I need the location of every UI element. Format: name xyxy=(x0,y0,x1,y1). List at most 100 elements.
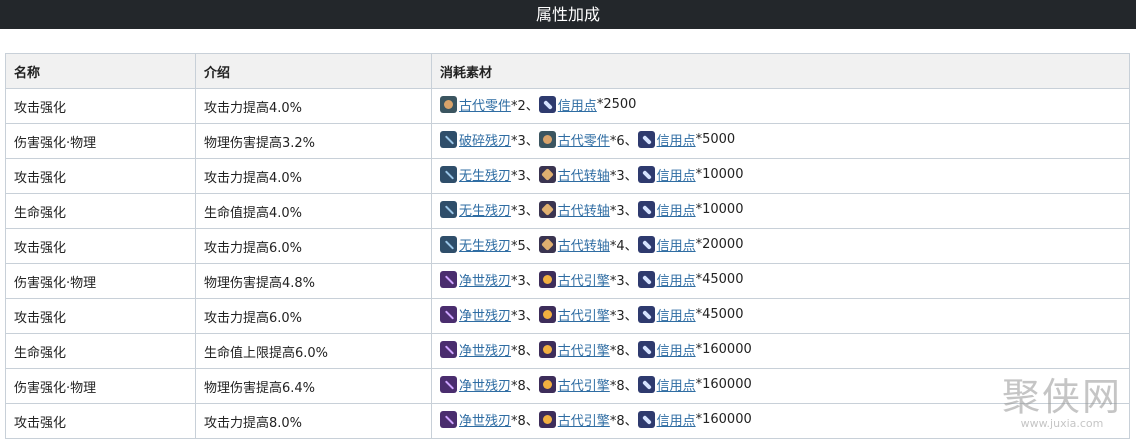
purifying-blade-icon xyxy=(440,271,457,288)
material-item: 古代转轴 *3、 xyxy=(538,165,638,184)
material-link[interactable]: 信用点 xyxy=(657,235,696,254)
material-link[interactable]: 信用点 xyxy=(657,375,696,394)
material-quantity: *8、 xyxy=(511,379,539,394)
ancient-spindle-icon xyxy=(538,236,556,253)
ancient-part-icon xyxy=(538,131,556,148)
material-link[interactable]: 古代零件 xyxy=(558,130,610,149)
credit-icon xyxy=(637,201,655,218)
material-item: 无生残刃 *3、 xyxy=(440,165,539,184)
material-quantity: *3、 xyxy=(609,204,638,219)
row-materials: 净世残刃 *8、 古代引擎 *8、 信用点 *160000 xyxy=(431,333,1130,369)
material-link[interactable]: 古代转轴 xyxy=(558,165,610,184)
material-link[interactable]: 信用点 xyxy=(558,95,597,114)
material-item: 信用点 *45000 xyxy=(637,270,744,289)
ancient-engine-icon xyxy=(538,411,556,428)
row-description: 攻击力提高4.0% xyxy=(195,88,432,124)
material-item: 无生残刃 *5、 xyxy=(440,235,539,254)
row-name: 生命强化 xyxy=(5,333,196,369)
material-link[interactable]: 信用点 xyxy=(657,305,696,324)
material-link[interactable]: 净世残刃 xyxy=(459,375,511,394)
row-description: 物理伤害提高3.2% xyxy=(195,123,432,159)
material-quantity: *3、 xyxy=(511,309,539,324)
material-quantity: *160000 xyxy=(695,377,752,392)
material-link[interactable]: 古代引擎 xyxy=(558,375,610,394)
purifying-blade-icon xyxy=(440,411,457,428)
material-quantity: *3、 xyxy=(511,169,539,184)
credit-icon xyxy=(637,306,655,323)
material-item: 净世残刃 *3、 xyxy=(440,305,539,324)
material-link[interactable]: 净世残刃 xyxy=(459,410,511,429)
material-link[interactable]: 信用点 xyxy=(657,340,696,359)
row-description: 物理伤害提高4.8% xyxy=(195,263,432,299)
material-link[interactable]: 信用点 xyxy=(657,165,696,184)
material-link[interactable]: 净世残刃 xyxy=(459,340,511,359)
watermark-logo-text: 聚侠网 xyxy=(1001,375,1122,419)
ancient-spindle-icon xyxy=(538,166,556,183)
table-row: 伤害强化·物理 物理伤害提高4.8% 净世残刃 *3、 古代引擎 *3、 信用点 *45000 xyxy=(5,263,1130,299)
material-quantity: *10000 xyxy=(695,167,744,182)
material-quantity: *3、 xyxy=(609,169,638,184)
row-name: 生命强化 xyxy=(5,193,196,229)
attribute-bonus-table: 名称 介绍 消耗素材 攻击强化 攻击力提高4.0% 古代零件 *2、 信用点 *2500 伤… xyxy=(5,53,1130,439)
row-name: 攻击强化 xyxy=(5,298,196,334)
material-link[interactable]: 古代零件 xyxy=(459,95,511,114)
material-item: 古代引擎 *3、 xyxy=(538,305,638,324)
material-link[interactable]: 信用点 xyxy=(657,130,696,149)
ancient-engine-icon xyxy=(538,376,556,393)
row-materials: 净世残刃 *3、 古代引擎 *3、 信用点 *45000 xyxy=(431,298,1130,334)
material-link[interactable]: 古代引擎 xyxy=(558,305,610,324)
ancient-spindle-icon xyxy=(538,201,556,218)
row-description: 攻击力提高6.0% xyxy=(195,298,432,334)
material-item: 净世残刃 *8、 xyxy=(440,410,539,429)
ancient-engine-icon xyxy=(538,271,556,288)
material-link[interactable]: 无生残刃 xyxy=(459,200,511,219)
row-materials: 无生残刃 *5、 古代转轴 *4、 信用点 *20000 xyxy=(431,228,1130,264)
material-link[interactable]: 无生残刃 xyxy=(459,165,511,184)
material-quantity: *3、 xyxy=(609,309,638,324)
material-link[interactable]: 净世残刃 xyxy=(459,270,511,289)
row-name: 伤害强化·物理 xyxy=(5,123,196,159)
material-link[interactable]: 净世残刃 xyxy=(459,305,511,324)
material-link[interactable]: 信用点 xyxy=(657,270,696,289)
material-quantity: *5、 xyxy=(511,239,539,254)
row-name: 攻击强化 xyxy=(5,228,196,264)
material-item: 无生残刃 *3、 xyxy=(440,200,539,219)
material-link[interactable]: 古代引擎 xyxy=(558,340,610,359)
material-item: 信用点 *10000 xyxy=(637,165,744,184)
material-link[interactable]: 无生残刃 xyxy=(459,235,511,254)
column-header-description: 介绍 xyxy=(195,53,432,89)
material-link[interactable]: 破碎残刃 xyxy=(459,130,511,149)
column-header-name: 名称 xyxy=(5,53,196,89)
material-item: 古代转轴 *4、 xyxy=(538,235,638,254)
row-description: 攻击力提高8.0% xyxy=(195,403,432,439)
material-quantity: *160000 xyxy=(695,412,752,427)
material-item: 破碎残刃 *3、 xyxy=(440,130,539,149)
ancient-engine-icon xyxy=(538,341,556,358)
material-quantity: *8、 xyxy=(511,344,539,359)
ancient-part-icon xyxy=(440,96,457,113)
material-quantity: *3、 xyxy=(511,274,539,289)
material-link[interactable]: 信用点 xyxy=(657,200,696,219)
material-link[interactable]: 古代引擎 xyxy=(558,410,610,429)
material-quantity: *45000 xyxy=(695,272,744,287)
credit-icon xyxy=(637,131,655,148)
row-materials: 破碎残刃 *3、 古代零件 *6、 信用点 *5000 xyxy=(431,123,1130,159)
material-quantity: *6、 xyxy=(609,134,638,149)
lifeless-blade-icon xyxy=(440,166,457,183)
material-item: 信用点 *160000 xyxy=(637,375,752,394)
material-link[interactable]: 古代转轴 xyxy=(558,200,610,219)
material-item: 净世残刃 *8、 xyxy=(440,375,539,394)
table-row: 攻击强化 攻击力提高4.0% 无生残刃 *3、 古代转轴 *3、 信用点 *10000 xyxy=(5,158,1130,194)
credit-icon xyxy=(637,341,655,358)
material-link[interactable]: 古代转轴 xyxy=(558,235,610,254)
row-materials: 无生残刃 *3、 古代转轴 *3、 信用点 *10000 xyxy=(431,158,1130,194)
table-row: 伤害强化·物理 物理伤害提高3.2% 破碎残刃 *3、 古代零件 *6、 信用点 *5000 xyxy=(5,123,1130,159)
material-link[interactable]: 信用点 xyxy=(657,410,696,429)
material-quantity: *3、 xyxy=(511,204,539,219)
column-header-materials: 消耗素材 xyxy=(431,53,1130,89)
credit-icon xyxy=(637,411,655,428)
credit-icon xyxy=(637,236,655,253)
material-link[interactable]: 古代引擎 xyxy=(558,270,610,289)
material-item: 信用点 *160000 xyxy=(637,340,752,359)
purifying-blade-icon xyxy=(440,376,457,393)
